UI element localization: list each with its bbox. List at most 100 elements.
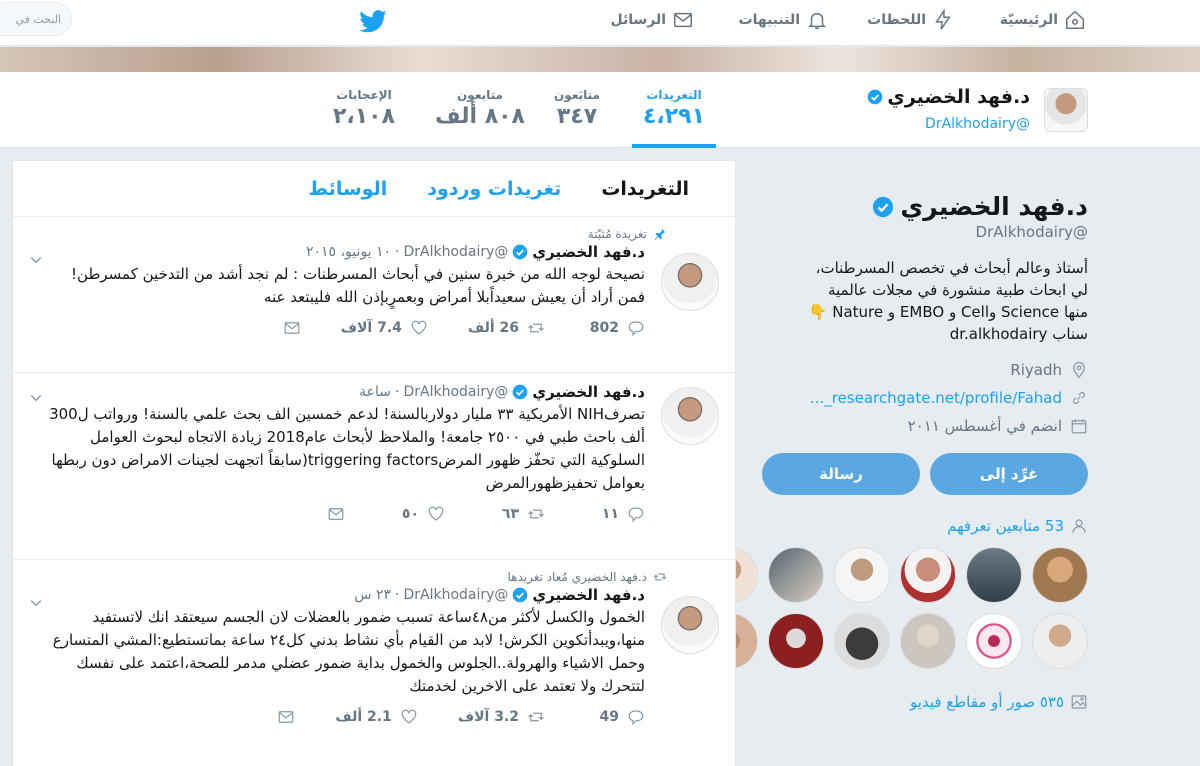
avatar[interactable] — [1032, 613, 1088, 669]
url-text: researchgate.net/profile/Fahad_... — [809, 389, 1062, 407]
followers-you-know-link[interactable]: 53 متابعين تعرفهم — [762, 517, 1088, 535]
retweet-count: ٦٣ — [501, 506, 519, 522]
profile-url[interactable]: researchgate.net/profile/Fahad_... — [762, 389, 1088, 407]
avatar[interactable] — [768, 547, 824, 603]
stat-tweets[interactable]: التغريدات ٤،٢٩١ — [632, 88, 716, 148]
stat-following[interactable]: متابَعون ٣٤٧ — [542, 88, 612, 129]
verified-badge-icon — [868, 89, 883, 105]
avatar[interactable] — [1044, 88, 1088, 132]
direct-message-button[interactable] — [241, 319, 301, 337]
message-button[interactable]: رسالة — [762, 453, 920, 495]
envelope-icon — [674, 12, 692, 28]
tweet-author-handle[interactable]: @DrAlkhodairy — [403, 384, 508, 400]
tweet[interactable]: د.فهد الخضيري @DrAlkhodairy · ساعة تصرفN… — [13, 373, 735, 560]
retweet-button[interactable]: 3.2 آلاف — [458, 708, 545, 726]
tweet-timestamp[interactable]: ساعة — [359, 384, 391, 400]
avatar[interactable] — [900, 613, 956, 669]
chevron-down-icon[interactable] — [29, 253, 43, 267]
like-button[interactable]: 2.1 ألف — [335, 708, 417, 726]
avatar[interactable] — [966, 547, 1022, 603]
profile-location: Riyadh — [762, 361, 1088, 379]
stat-likes[interactable]: الإعجابات ٢،١٠٨ — [324, 88, 404, 129]
bell-icon — [807, 12, 827, 29]
avatar[interactable] — [834, 547, 890, 603]
avatar[interactable] — [661, 387, 719, 445]
verified-badge-icon — [513, 587, 528, 603]
timeline-tabs: التغريدات تغريدات وردود الوسائط — [13, 161, 735, 217]
tweet-timestamp[interactable]: ١٠ يونيو، ٢٠١٥ — [306, 244, 391, 260]
avatar[interactable] — [768, 613, 824, 669]
reply-count: 802 — [589, 320, 619, 336]
search-placeholder: البحث في — [15, 12, 61, 26]
tweet-author-name[interactable]: د.فهد الخضيري — [532, 243, 645, 261]
tweet-to-button[interactable]: غرِّد إلى — [930, 453, 1088, 495]
stat-followers[interactable]: متابعون ٨٠٨ ألف — [430, 88, 530, 129]
chevron-down-icon[interactable] — [29, 391, 43, 405]
profile-actions: غرِّد إلى رسالة — [762, 453, 1088, 495]
followers-avatar-grid — [702, 547, 1088, 669]
context-text: د.فهد الخضيري مُعاد تغريدها — [507, 570, 647, 584]
heart-icon — [401, 709, 417, 724]
sidebar-profile-name[interactable]: د.فهد الخضيري — [762, 192, 1088, 221]
direct-message-button[interactable] — [235, 708, 295, 726]
like-button[interactable]: 7.4 آلاف — [341, 319, 428, 337]
like-count: 2.1 ألف — [335, 709, 392, 725]
reply-button[interactable]: 802 — [585, 319, 645, 337]
search-input[interactable]: البحث في — [0, 2, 72, 36]
avatar[interactable] — [834, 613, 890, 669]
nav-home[interactable]: الرئيسيّة — [1000, 0, 1086, 40]
tweet-separator: · — [395, 587, 400, 603]
reply-count: 49 — [599, 709, 619, 725]
tweet-header: د.فهد الخضيري @DrAlkhodairy · ١٠ يونيو، … — [43, 243, 645, 261]
tweet-text: الخمول والكسل لأكثر من٤٨ساعة تسبب ضمور ب… — [52, 608, 645, 695]
chevron-down-icon[interactable] — [29, 596, 43, 610]
nav-messages[interactable]: الرسائل — [610, 0, 694, 40]
avatar[interactable] — [900, 547, 956, 603]
reply-button[interactable]: ١١ — [585, 505, 645, 523]
retweet-button[interactable]: ٦٣ — [485, 505, 545, 523]
tweet-text: نصيحة لوجه الله من خبرة سنين في أبحاث ال… — [71, 265, 645, 306]
tab-media[interactable]: الوسائط — [308, 178, 387, 200]
twitter-bird-icon[interactable] — [356, 6, 390, 36]
retweet-icon — [528, 712, 544, 722]
tab-tweets[interactable]: التغريدات — [601, 178, 689, 200]
bio-line: أستاذ وعالم أبحاث في تخصص المسرطنات، — [815, 259, 1088, 277]
photos-videos-text: ٥٣٥ صور أو مقاطع فيديو — [910, 693, 1064, 711]
avatar[interactable] — [661, 253, 719, 311]
profile-name: د.فهد الخضيري — [900, 192, 1088, 221]
tweet-author-handle[interactable]: @DrAlkhodairy — [403, 587, 508, 603]
reply-button[interactable]: 49 — [585, 708, 645, 726]
lightning-icon — [935, 9, 951, 30]
tweet[interactable]: د.فهد الخضيري مُعاد تغريدها د.فهد الخضير… — [13, 560, 735, 766]
like-count: ٥٠ — [401, 506, 419, 522]
tweet-author-name[interactable]: د.فهد الخضيري — [532, 383, 645, 401]
envelope-icon — [284, 322, 300, 334]
tweet[interactable]: تغريدة مُثبّتة د.فهد الخضيري @DrAlkhodai… — [13, 217, 735, 373]
tweet-author-handle[interactable]: @DrAlkhodairy — [403, 244, 508, 260]
tweet-author-name[interactable]: د.فهد الخضيري — [532, 586, 645, 604]
stat-label: الإعجابات — [336, 88, 392, 102]
avatar[interactable] — [661, 596, 719, 654]
nav-moments[interactable]: اللحظات — [867, 0, 954, 40]
photos-videos-link[interactable]: ٥٣٥ صور أو مقاطع فيديو — [762, 693, 1088, 711]
retweet-button[interactable]: 26 ألف — [468, 319, 545, 337]
sidebar-profile-handle[interactable]: @DrAlkhodairy — [762, 223, 1088, 241]
tab-tweets-replies[interactable]: تغريدات وردود — [427, 178, 561, 200]
profile-name-compact[interactable]: د.فهد الخضيري — [867, 86, 1030, 108]
profile-sidebar: د.فهد الخضيري @DrAlkhodairy أستاذ وعالم … — [702, 150, 1088, 711]
profile-banner — [0, 47, 1200, 72]
tweet-timeline: التغريدات تغريدات وردود الوسائط تغريدة م… — [12, 160, 736, 766]
tweet-text: تصرفNIH الأمريكية ٣٣ مليار دولاربالسنة! … — [49, 405, 645, 492]
tweet-separator: · — [395, 244, 400, 260]
direct-message-button[interactable] — [285, 505, 345, 523]
link-icon — [1072, 391, 1086, 405]
reply-count: ١١ — [601, 506, 619, 522]
joined-text: انضم في أغسطس ٢٠١١ — [907, 417, 1062, 435]
tweet-timestamp[interactable]: ٢٣ س — [354, 587, 391, 603]
like-button[interactable]: ٥٠ — [385, 505, 445, 523]
nav-notifications[interactable]: التنبيهات — [739, 0, 828, 40]
profile-handle[interactable]: @DrAlkhodairy — [925, 116, 1030, 132]
avatar[interactable] — [966, 613, 1022, 669]
nav-home-label: الرئيسيّة — [999, 12, 1058, 28]
avatar[interactable] — [1032, 547, 1088, 603]
